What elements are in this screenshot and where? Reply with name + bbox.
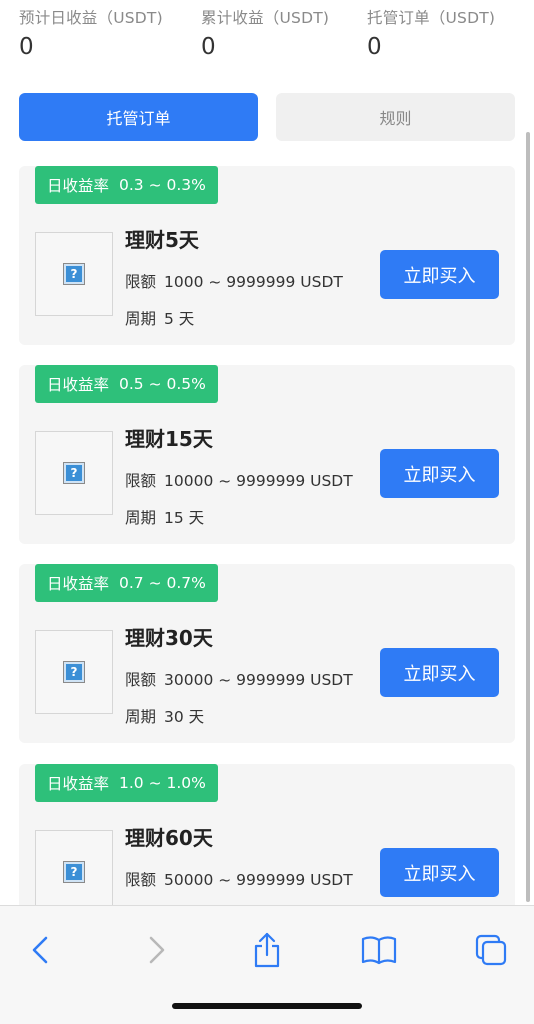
limit-value: 50000 ~ 9999999 USDT (164, 871, 353, 889)
product-period: 周期 15 天 (125, 506, 204, 528)
tabs-icon[interactable] (467, 926, 515, 974)
stat-label: 预计日收益（USDT) (19, 9, 163, 27)
product-period: 周期 5 天 (125, 307, 194, 329)
limit-label: 限额 (125, 273, 157, 291)
product-image: ? (35, 630, 113, 714)
rate-value: 0.3 ~ 0.3% (119, 176, 206, 194)
product-image: ? (35, 431, 113, 515)
missing-image-icon: ? (63, 861, 85, 883)
rate-label: 日收益率 (47, 376, 110, 394)
product-limit: 限额 10000 ~ 9999999 USDT (125, 469, 353, 491)
product-title: 理财60天 (125, 826, 213, 850)
stat-daily-income: 预计日收益（USDT) 0 (19, 6, 163, 59)
buy-now-button[interactable]: 立即买入 (380, 449, 499, 498)
product-image: ? (35, 830, 113, 914)
buy-now-button[interactable]: 立即买入 (380, 648, 499, 697)
limit-value: 1000 ~ 9999999 USDT (164, 273, 343, 291)
limit-label: 限额 (125, 671, 157, 689)
product-title: 理财5天 (125, 228, 199, 252)
product-card: 日收益率 0.3 ~ 0.3% ? 理财5天 限额 1000 ~ 9999999 … (19, 166, 515, 345)
period-value: 30 天 (164, 708, 205, 726)
bookmarks-icon[interactable] (355, 926, 403, 974)
limit-label: 限额 (125, 871, 157, 889)
tab-custody-orders[interactable]: 托管订单 (19, 93, 258, 141)
missing-image-icon: ? (63, 661, 85, 683)
limit-value: 30000 ~ 9999999 USDT (164, 671, 353, 689)
stat-label: 累计收益（USDT) (201, 9, 330, 27)
home-indicator (172, 1003, 362, 1009)
period-label: 周期 (125, 708, 157, 726)
rate-value: 0.7 ~ 0.7% (119, 574, 206, 592)
period-label: 周期 (125, 310, 157, 328)
period-value: 15 天 (164, 509, 205, 527)
rate-badge: 日收益率 1.0 ~ 1.0% (35, 764, 218, 802)
forward-icon[interactable] (132, 926, 180, 974)
period-value: 5 天 (164, 310, 195, 328)
product-card: 日收益率 0.7 ~ 0.7% ? 理财30天 限额 30000 ~ 999999… (19, 564, 515, 743)
buy-now-button[interactable]: 立即买入 (380, 848, 499, 897)
product-limit: 限额 1000 ~ 9999999 USDT (125, 270, 343, 292)
limit-value: 10000 ~ 9999999 USDT (164, 472, 353, 490)
rate-value: 0.5 ~ 0.5% (119, 375, 206, 393)
buy-now-button[interactable]: 立即买入 (380, 250, 499, 299)
share-icon[interactable] (243, 926, 291, 974)
product-card: 日收益率 0.5 ~ 0.5% ? 理财15天 限额 10000 ~ 999999… (19, 365, 515, 544)
limit-label: 限额 (125, 472, 157, 490)
stat-value: 0 (367, 34, 382, 60)
page: 预计日收益（USDT) 0 累计收益（USDT) 0 托管订单（USDT) 0 … (0, 0, 534, 1024)
rate-label: 日收益率 (47, 575, 110, 593)
product-limit: 限额 50000 ~ 9999999 USDT (125, 868, 353, 890)
stat-value: 0 (19, 34, 34, 60)
product-period: 周期 30 天 (125, 705, 204, 727)
rate-label: 日收益率 (47, 775, 110, 793)
rate-value: 1.0 ~ 1.0% (119, 774, 206, 792)
missing-image-icon: ? (63, 263, 85, 285)
product-title: 理财15天 (125, 427, 213, 451)
missing-image-icon: ? (63, 462, 85, 484)
stat-value: 0 (201, 34, 216, 60)
tab-rules[interactable]: 规则 (276, 93, 515, 141)
product-title: 理财30天 (125, 626, 213, 650)
rate-badge: 日收益率 0.7 ~ 0.7% (35, 564, 218, 602)
stat-custody-orders: 托管订单（USDT) 0 (367, 6, 495, 59)
rate-badge: 日收益率 0.3 ~ 0.3% (35, 166, 218, 204)
stats-bar: 预计日收益（USDT) 0 累计收益（USDT) 0 托管订单（USDT) 0 (0, 0, 534, 72)
product-image: ? (35, 232, 113, 316)
back-icon[interactable] (17, 926, 65, 974)
rate-badge: 日收益率 0.5 ~ 0.5% (35, 365, 218, 403)
scrollbar[interactable] (526, 132, 530, 902)
rate-label: 日收益率 (47, 177, 110, 195)
stat-label: 托管订单（USDT) (367, 9, 496, 27)
stat-total-income: 累计收益（USDT) 0 (201, 6, 329, 59)
period-label: 周期 (125, 509, 157, 527)
product-limit: 限额 30000 ~ 9999999 USDT (125, 668, 353, 690)
